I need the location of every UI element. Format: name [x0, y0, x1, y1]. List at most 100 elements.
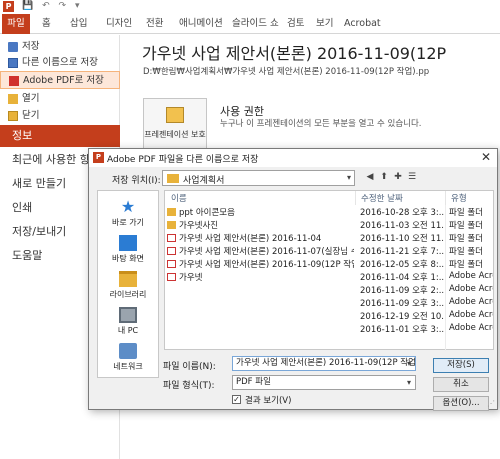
document-path: D:₩한림₩사업계획서₩가우넷 사업 제안서(본론) 2016-11-09(12… — [143, 67, 430, 77]
ribbon-tabs: 파일 홈 삽입 디자인 전환 애니메이션 슬라이드 쇼 검토 보기 Acroba… — [0, 14, 500, 34]
redo-icon[interactable]: ↷ — [59, 1, 67, 11]
file-name: 가우넷 사업 제안서(본론) 2016-11-04 — [179, 234, 322, 244]
nav-open[interactable]: 열기 — [0, 90, 120, 108]
tab-file[interactable]: 파일 — [2, 14, 30, 34]
place-libraries[interactable]: 라이브러리 — [98, 271, 158, 300]
protect-presentation-button[interactable]: 프레젠테이션 보호 — [143, 98, 207, 150]
nav-save-as[interactable]: 다른 이름으로 저장 — [0, 54, 120, 72]
file-name: 가우넷사진 — [179, 221, 219, 231]
permissions-title: 사용 권한 — [220, 105, 264, 118]
dialog-title-bar: P Adobe PDF 파일을 다른 이름으로 저장 ✕ — [89, 149, 497, 167]
undo-icon[interactable]: ↶ — [42, 1, 50, 11]
file-type: 파일 폴더 — [449, 221, 483, 231]
close-icon[interactable]: ✕ — [481, 150, 491, 164]
file-row[interactable]: 2016-11-09 오후 3:... Adobe Acrobat — [165, 297, 493, 309]
file-row[interactable]: ppt 아이콘모음 2016-10-28 오후 3:... 파일 폴더 — [165, 206, 493, 218]
tab-transitions[interactable]: 전환 — [146, 14, 163, 34]
tab-insert[interactable]: 삽입 — [70, 14, 87, 34]
options-button[interactable]: 옵션(O)... — [433, 396, 489, 411]
tab-slideshow[interactable]: 슬라이드 쇼 — [232, 14, 279, 34]
file-type: 파일 폴더 — [449, 234, 483, 244]
file-type: Adobe Acrobat — [449, 323, 493, 333]
view-result-checkbox[interactable]: ✓ — [232, 395, 241, 404]
file-row[interactable]: 가우넷 사업 제안서(본론) 2016-11-07(실장님 수... 2016-1… — [165, 245, 493, 257]
file-name: 가우넷 사업 제안서(본론) 2016-11-07(실장님 수... — [179, 247, 354, 257]
dialog-title: Adobe PDF 파일을 다른 이름으로 저장 — [107, 155, 259, 165]
file-date: 2016-10-28 오후 3:... — [360, 208, 444, 218]
tab-review[interactable]: 검토 — [287, 14, 304, 34]
file-name: ppt 아이콘모음 — [179, 208, 235, 218]
file-row[interactable]: 2016-12-19 오전 10... Adobe Acrobat — [165, 310, 493, 322]
file-row[interactable]: 가우넷 사업 제안서(본론) 2016-11-04 2016-11-10 오전 1… — [165, 232, 493, 244]
pdf-file-icon — [167, 247, 176, 255]
place-label: 네트워크 — [113, 362, 143, 371]
folder-icon — [167, 174, 179, 183]
file-type: Adobe Acrobat — [449, 297, 493, 307]
title-bar: P 💾 ↶ ↷ ▾ — [0, 0, 500, 14]
place-quick-access[interactable]: ★ 바로 가기 — [98, 199, 158, 228]
file-date: 2016-11-03 오전 11... — [360, 221, 444, 231]
file-type: Adobe Acrobat — [449, 310, 493, 320]
place-this-pc[interactable]: 내 PC — [98, 307, 158, 336]
customize-qat-icon[interactable]: ▾ — [75, 1, 80, 11]
chevron-down-icon[interactable]: ▾ — [407, 378, 411, 387]
place-network[interactable]: 네트워크 — [98, 343, 158, 372]
back-icon[interactable]: ◀ — [364, 171, 376, 183]
file-date: 2016-11-21 오후 7:... — [360, 247, 444, 257]
powerpoint-icon: P — [93, 152, 104, 163]
cancel-button[interactable]: 취소 — [433, 377, 489, 392]
file-row[interactable]: 가우넷 2016-11-04 오후 1:... Adobe Acrobat — [165, 271, 493, 283]
column-header-name[interactable]: 이름 — [171, 192, 187, 204]
place-desktop[interactable]: 바탕 화면 — [98, 235, 158, 264]
computer-icon — [119, 307, 137, 323]
place-label: 바로 가기 — [112, 218, 144, 227]
save-icon — [8, 42, 18, 52]
file-name: 가우넷 — [179, 273, 203, 283]
view-menu-icon[interactable]: ☰ — [406, 171, 418, 183]
tab-home[interactable]: 홈 — [42, 14, 51, 34]
save-as-icon — [8, 58, 18, 68]
tab-design[interactable]: 디자인 — [106, 14, 132, 34]
place-label: 바탕 화면 — [112, 254, 144, 263]
document-title: 가우넷 사업 제안서(본론) 2016-11-09(12P — [142, 44, 447, 63]
new-folder-icon[interactable]: ✚ — [392, 171, 404, 183]
tab-animations[interactable]: 애니메이션 — [179, 14, 223, 34]
powerpoint-app-icon[interactable]: P — [3, 1, 14, 12]
nav-save-as-label: 다른 이름으로 저장 — [22, 57, 98, 68]
file-row[interactable]: 가우넷 사업 제안서(본론) 2016-11-09(12P 작업) 2016-12… — [165, 258, 493, 270]
column-header-date[interactable]: 수정한 날짜 — [361, 192, 403, 204]
tab-view[interactable]: 보기 — [316, 14, 333, 34]
nav-close[interactable]: 닫기 — [0, 107, 120, 125]
star-icon: ★ — [120, 197, 136, 216]
nav-info[interactable]: 정보 — [0, 125, 120, 147]
up-folder-icon[interactable]: ⬆ — [378, 171, 390, 183]
save-location-select[interactable]: 사업계획서 ▾ — [162, 170, 355, 186]
pdf-icon — [9, 76, 19, 86]
file-row[interactable]: 2016-11-01 오후 3:... Adobe Acrobat — [165, 323, 493, 335]
save-button[interactable]: 저장(S) — [433, 358, 489, 373]
nav-open-label: 열기 — [22, 93, 40, 104]
file-type: 파일 폴더 — [449, 260, 483, 270]
file-date: 2016-11-09 오후 3:... — [360, 299, 444, 309]
protect-presentation-label: 프레젠테이션 보호 — [144, 130, 206, 139]
save-location-label: 저장 위치(I): — [112, 176, 161, 186]
file-date: 2016-11-09 오후 2:... — [360, 286, 444, 296]
tab-acrobat[interactable]: Acrobat — [344, 14, 381, 34]
chevron-down-icon[interactable]: ▾ — [407, 359, 411, 368]
filetype-select[interactable]: PDF 파일 — [232, 375, 416, 390]
resize-grip-icon[interactable]: ⋰ — [487, 399, 495, 408]
column-header-type[interactable]: 유형 — [451, 192, 467, 204]
file-date: 2016-11-04 오후 1:... — [360, 273, 444, 283]
open-folder-icon — [8, 94, 18, 104]
network-icon — [119, 343, 137, 359]
nav-save-as-pdf[interactable]: Adobe PDF로 저장 — [0, 71, 120, 89]
place-label: 라이브러리 — [109, 290, 147, 299]
file-row[interactable]: 가우넷사진 2016-11-03 오전 11... 파일 폴더 — [165, 219, 493, 231]
file-date: 2016-11-01 오후 3:... — [360, 325, 444, 335]
place-label: 내 PC — [117, 326, 139, 335]
file-row[interactable]: 2016-11-09 오후 2:... Adobe Acrobat — [165, 284, 493, 296]
filename-input[interactable]: 가우넷 사업 제안서(본론) 2016-11-09(12P 작업) — [232, 356, 416, 371]
save-icon[interactable]: 💾 — [22, 1, 33, 11]
pdf-file-icon — [167, 234, 176, 242]
nav-close-label: 닫기 — [22, 110, 40, 121]
